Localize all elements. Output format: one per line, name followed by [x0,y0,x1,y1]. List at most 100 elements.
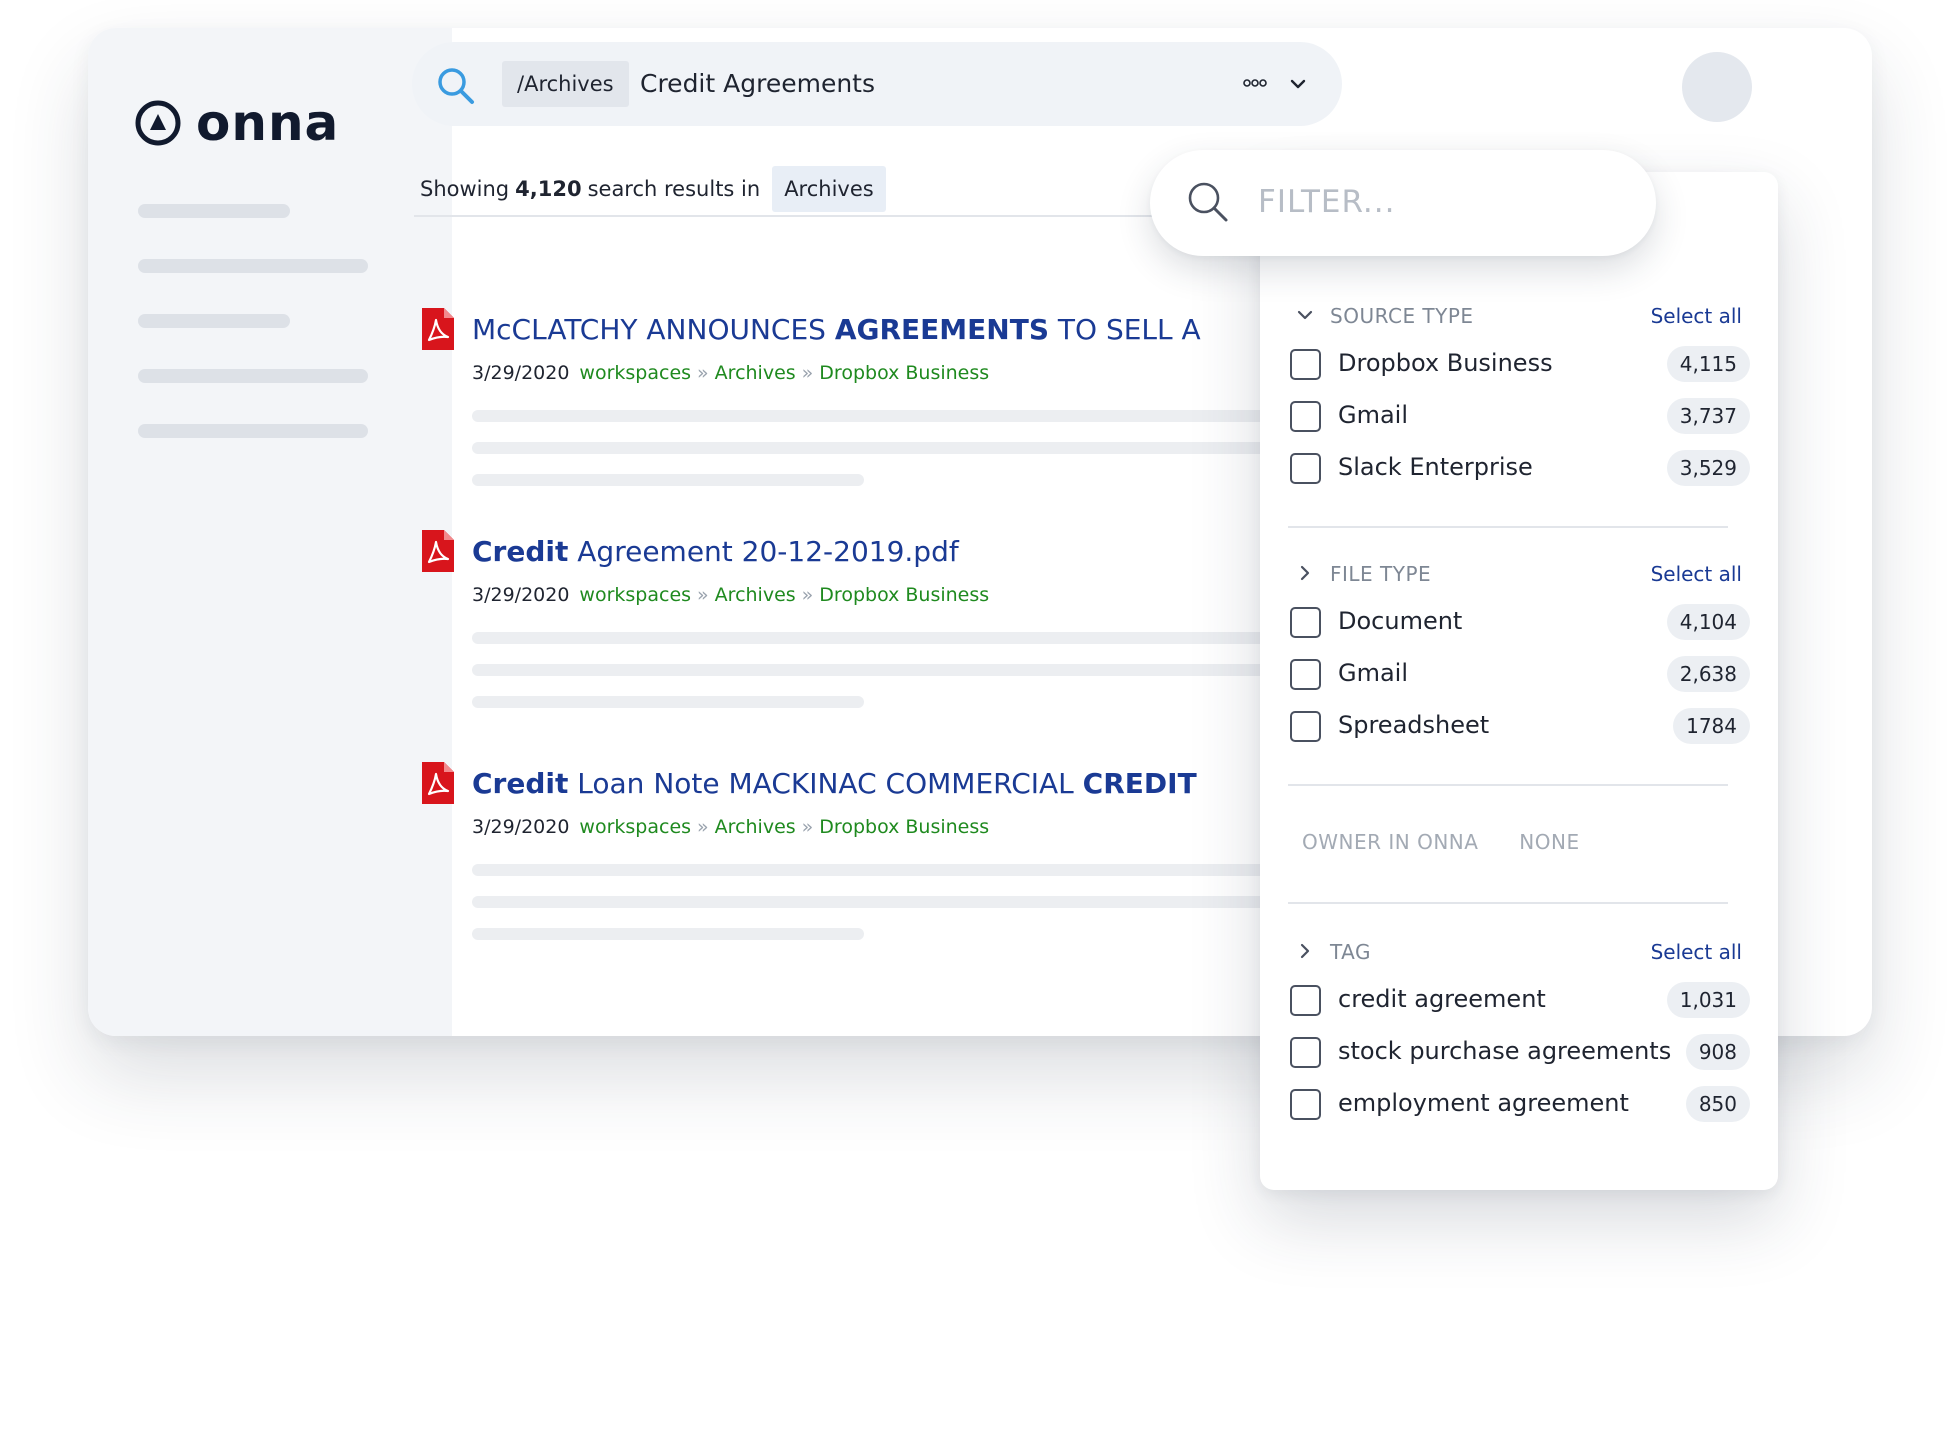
filter-section: FILE TYPE Select all Document 4,104 Gmail 2,6… [1288,554,1750,750]
results-middle: search results in [587,177,761,201]
breadcrumb-link[interactable]: Dropbox Business [819,362,989,384]
filter-option[interactable]: Gmail 3,737 [1288,388,1750,440]
result-meta: 3/29/2020 workspaces» Archives» Dropbox Bus… [472,580,989,610]
search-bar[interactable]: /Archives Credit Agreements [412,42,1342,126]
filter-option-count: 2,638 [1666,656,1750,692]
sidebar-item-placeholder[interactable] [138,314,290,328]
result-title-part: McCLATCHY ANNOUNCES [472,313,835,346]
divider [1288,784,1728,786]
result-title-link[interactable]: McCLATCHY ANNOUNCES AGREEMENTS TO SELL A [472,310,1201,350]
filter-panel: SOURCE TYPE Select all Dropbox Business 4,1… [1260,172,1778,1190]
sidebar-item-placeholder[interactable] [138,259,368,273]
filter-search-box[interactable] [1150,150,1656,256]
chevron-down-icon[interactable] [1288,74,1308,98]
pdf-file-icon [420,306,456,356]
results-scope-chip[interactable]: Archives [772,166,886,212]
select-all-link[interactable]: Select all [1651,302,1742,330]
breadcrumb-separator: » [697,584,709,606]
filter-option[interactable]: employment agreement 850 [1288,1076,1750,1128]
filter-section-title: TAG [1330,940,1371,964]
breadcrumb-separator: » [801,362,814,384]
breadcrumb-link[interactable]: workspaces [579,362,691,384]
filter-checkbox[interactable] [1290,453,1321,484]
sidebar-item-placeholder[interactable] [138,204,290,218]
filter-option-count: 1784 [1673,708,1750,744]
result-snippet-placeholder [472,928,864,940]
chevron-down-icon[interactable] [1296,306,1314,328]
filter-section-header[interactable]: SOURCE TYPE Select all [1288,296,1750,336]
filter-option-label: Document [1338,607,1463,635]
owner-filter-value: NONE [1519,830,1580,854]
breadcrumb-separator: » [697,816,709,838]
filter-option-label: Dropbox Business [1338,349,1553,377]
search-icon[interactable] [436,66,476,110]
onna-logo[interactable]: onna [134,94,339,152]
user-avatar[interactable] [1682,52,1752,122]
more-icon[interactable] [1242,70,1268,100]
search-query-text[interactable]: Credit Agreements [640,64,875,104]
filter-option-count: 1,031 [1666,982,1750,1018]
result-title-link[interactable]: Credit Agreement 20-12-2019.pdf [472,532,959,572]
filter-option-label: credit agreement [1338,985,1546,1013]
result-title-link[interactable]: Credit Loan Note MACKINAC COMMERCIAL CRE… [472,764,1197,804]
breadcrumb-link[interactable]: Archives [715,362,796,384]
sidebar-item-placeholder[interactable] [138,424,368,438]
filter-option[interactable]: Document 4,104 [1288,594,1750,646]
result-title-part: TO SELL A [1049,313,1201,346]
chevron-right-icon[interactable] [1296,942,1314,964]
breadcrumb-link[interactable]: workspaces [579,584,691,606]
result-date: 3/29/2020 [472,362,570,384]
filter-option[interactable]: Slack Enterprise 3,529 [1288,440,1750,492]
filter-checkbox[interactable] [1290,401,1321,432]
pdf-file-icon [420,760,456,810]
result-title-part: Loan Note MACKINAC COMMERCIAL [568,767,1083,800]
filter-option-count: 4,104 [1666,604,1750,640]
filter-option-count: 850 [1685,1086,1750,1122]
filter-option[interactable]: Spreadsheet 1784 [1288,698,1750,750]
filter-option[interactable]: stock purchase agreements 908 [1288,1024,1750,1076]
owner-filter[interactable]: OWNER IN ONNA NONE [1302,828,1614,856]
filter-option-label: employment agreement [1338,1089,1629,1117]
search-icon [1186,180,1230,228]
result-date: 3/29/2020 [472,816,570,838]
filter-checkbox[interactable] [1290,985,1321,1016]
select-all-link[interactable]: Select all [1651,938,1742,966]
breadcrumb-link[interactable]: Dropbox Business [819,816,989,838]
filter-option[interactable]: Dropbox Business 4,115 [1288,336,1750,388]
filter-checkbox[interactable] [1290,711,1321,742]
breadcrumb-link[interactable]: Archives [715,584,796,606]
select-all-link[interactable]: Select all [1651,560,1742,588]
chevron-right-icon[interactable] [1296,564,1314,586]
filter-option-label: Gmail [1338,659,1409,687]
result-meta: 3/29/2020 workspaces» Archives» Dropbox Bus… [472,812,989,842]
result-title-part: CREDIT [1082,767,1197,800]
breadcrumb-link[interactable]: workspaces [579,816,691,838]
filter-option-count: 908 [1685,1034,1750,1070]
divider [1288,526,1728,528]
result-title-part: AGREEMENTS [834,313,1049,346]
result-title-part: Agreement 20-12-2019.pdf [568,535,959,568]
filter-section-header[interactable]: FILE TYPE Select all [1288,554,1750,594]
search-scope-chip[interactable]: /Archives [502,61,629,107]
filter-option[interactable]: Gmail 2,638 [1288,646,1750,698]
result-meta: 3/29/2020 workspaces» Archives» Dropbox Bus… [472,358,989,388]
breadcrumb-separator: » [801,816,814,838]
filter-input[interactable] [1258,174,1618,230]
filter-option-count: 3,529 [1666,450,1750,486]
result-title-part: Credit [472,535,569,568]
filter-checkbox[interactable] [1290,659,1321,690]
filter-checkbox[interactable] [1290,1089,1321,1120]
sidebar-item-placeholder[interactable] [138,369,368,383]
filter-checkbox[interactable] [1290,607,1321,638]
filter-checkbox[interactable] [1290,349,1321,380]
filter-section-header[interactable]: TAG Select all [1288,932,1750,972]
filter-option[interactable]: credit agreement 1,031 [1288,972,1750,1024]
filter-section-title: SOURCE TYPE [1330,304,1474,328]
breadcrumb-link[interactable]: Archives [715,816,796,838]
owner-filter-label: OWNER IN ONNA [1302,830,1479,854]
filter-checkbox[interactable] [1290,1037,1321,1068]
filter-option-label: stock purchase agreements [1338,1037,1672,1065]
breadcrumb-separator: » [801,584,814,606]
results-summary: Showing 4,120 search results in Archives [420,166,886,212]
breadcrumb-link[interactable]: Dropbox Business [819,584,989,606]
